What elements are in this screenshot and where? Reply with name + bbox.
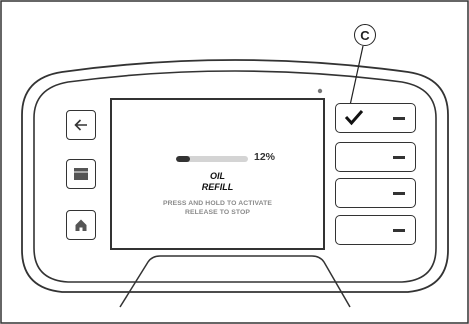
dash-icon: [393, 192, 405, 195]
soft-key-2[interactable]: [335, 142, 416, 172]
checkmark-icon: [344, 110, 364, 126]
soft-key-3[interactable]: [335, 178, 416, 208]
instruction-line-2: RELEASE TO STOP: [184, 209, 251, 216]
soft-key-4[interactable]: [335, 215, 416, 245]
dash-icon: [393, 156, 405, 159]
dash-icon: [393, 117, 405, 120]
menu-icon: [74, 168, 88, 180]
callout-label: C: [354, 24, 376, 46]
display-screen: 12% OIL REFILL PRESS AND HOLD TO ACTIVAT…: [110, 98, 325, 250]
dash-icon: [393, 229, 405, 232]
indicator-led: [317, 88, 323, 94]
menu-button[interactable]: [66, 159, 96, 189]
back-arrow-icon: [74, 119, 87, 131]
title-line-2: REFILL: [201, 182, 234, 192]
home-button[interactable]: [66, 210, 96, 240]
back-button[interactable]: [66, 110, 96, 140]
progress-percent: 12%: [254, 151, 276, 163]
progress-fill: [176, 156, 191, 162]
instruction-line-1: PRESS AND HOLD TO ACTIVATE: [163, 200, 272, 207]
home-icon: [75, 219, 87, 231]
progress-bar: [176, 156, 248, 162]
soft-key-confirm[interactable]: [335, 103, 416, 133]
title-line-1: OIL: [210, 171, 225, 181]
